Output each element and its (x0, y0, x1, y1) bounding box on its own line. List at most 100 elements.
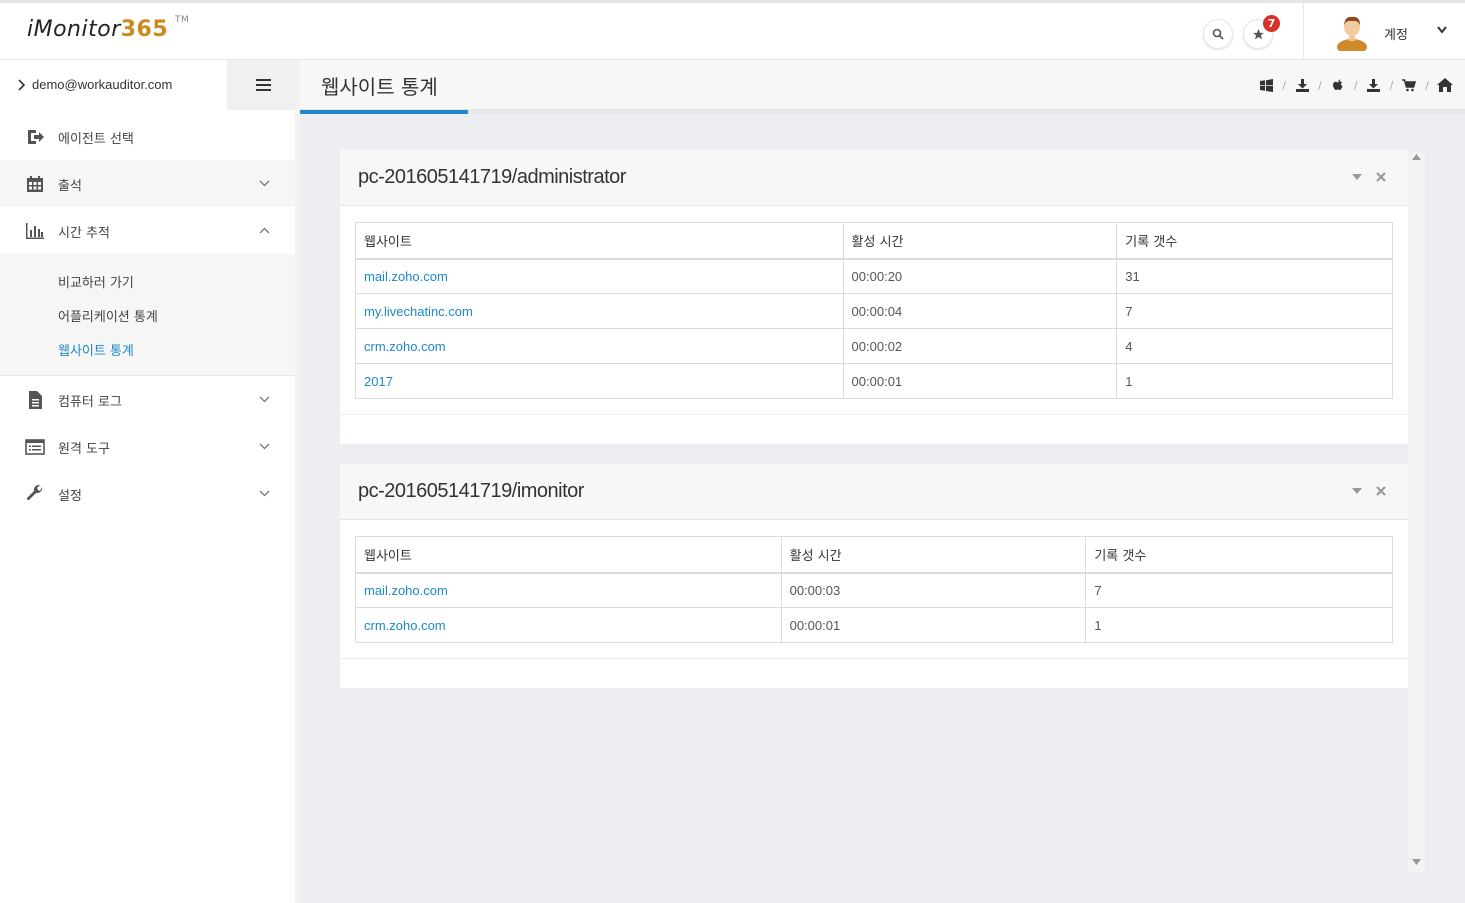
table-row: crm.zoho.com 00:00:01 1 (355, 607, 1393, 643)
apple-icon[interactable] (1330, 77, 1346, 93)
active-time-cell: 00:00:01 (780, 607, 1087, 643)
column-header[interactable]: 웹사이트 (355, 222, 844, 260)
home-icon[interactable] (1437, 77, 1453, 93)
panel-footer (340, 658, 1408, 688)
chevron-down-icon (259, 443, 270, 450)
wrench-icon (26, 484, 43, 501)
panel-tools (1352, 486, 1386, 496)
active-time-cell: 00:00:02 (842, 328, 1118, 364)
sidebar-item-label: 컴퓨터 로그 (58, 395, 122, 410)
sidebar-item-settings[interactable]: 설정 (0, 470, 296, 517)
submenu-item-app-stats[interactable]: 어플리케이션 통계 (58, 306, 158, 325)
app-logo[interactable]: iMonitor365 TM (27, 15, 189, 42)
sidebar-item-label: 시간 추적 (58, 226, 110, 241)
bar-chart-icon (26, 223, 44, 239)
search-icon (1212, 28, 1224, 40)
avatar[interactable] (1335, 13, 1369, 51)
top-header: iMonitor365 TM 7 계정 (0, 3, 1465, 60)
table-header-row: 웹사이트 활성 시간 기록 갯수 (355, 222, 1393, 260)
download-icon[interactable] (1294, 77, 1310, 93)
breadcrumb: / / / / / (1258, 77, 1453, 93)
sidebar-item-remote-tools[interactable]: 원격 도구 (0, 423, 296, 470)
chevron-down-icon[interactable] (1436, 25, 1448, 35)
sign-in-icon (28, 130, 44, 144)
logo-number: 365 (120, 17, 169, 42)
panel-administrator: pc-201605141719/administrator 웹사이트 활성 시간… (340, 150, 1408, 444)
header-separator (1303, 3, 1304, 60)
scroll-down-icon[interactable] (1412, 859, 1421, 865)
chevron-down-icon (259, 180, 270, 187)
download-icon[interactable] (1366, 77, 1382, 93)
calendar-icon (27, 176, 43, 192)
time-tracking-submenu: 비교하러 가기 어플리케이션 통계 웹사이트 통계 (0, 254, 296, 376)
favorites-button[interactable]: 7 (1243, 15, 1280, 49)
column-header[interactable]: 웹사이트 (355, 536, 782, 574)
sidebar-item-attendance[interactable]: 출석 (0, 160, 296, 207)
website-link[interactable]: mail.zoho.com (355, 572, 782, 608)
website-link[interactable]: my.livechatinc.com (355, 293, 844, 329)
table-row: crm.zoho.com 00:00:02 4 (355, 328, 1393, 364)
search-button[interactable] (1203, 19, 1233, 49)
website-link[interactable]: 2017 (355, 363, 844, 399)
logo-text: iMonitor (27, 17, 121, 42)
column-header[interactable]: 활성 시간 (780, 536, 1087, 574)
record-count-cell: 31 (1116, 258, 1393, 294)
record-count-cell: 4 (1116, 328, 1393, 364)
table-row: mail.zoho.com 00:00:20 31 (355, 258, 1393, 294)
sidebar-item-label: 에이전트 선택 (58, 132, 134, 147)
list-icon (25, 439, 45, 455)
collapse-icon[interactable] (1352, 488, 1362, 494)
file-icon (29, 391, 42, 409)
close-icon[interactable] (1376, 486, 1386, 496)
column-header[interactable]: 활성 시간 (842, 222, 1118, 260)
sidebar-item-label: 출석 (58, 179, 82, 194)
website-link[interactable]: mail.zoho.com (355, 258, 844, 294)
active-time-cell: 00:00:03 (780, 572, 1087, 608)
sidebar-item-time-tracking[interactable]: 시간 추적 (0, 207, 296, 254)
website-link[interactable]: crm.zoho.com (355, 328, 844, 364)
website-stats-table: 웹사이트 활성 시간 기록 갯수 mail.zoho.com 00:00:20 … (355, 222, 1393, 399)
sidebar-item-label: 원격 도구 (58, 442, 110, 457)
submenu-item-compare[interactable]: 비교하러 가기 (58, 272, 134, 291)
logo-trademark: TM (175, 15, 190, 25)
submenu-item-website-stats[interactable]: 웹사이트 통계 (58, 340, 134, 359)
chevron-down-icon (259, 396, 270, 403)
sidebar-toggle-button[interactable] (227, 60, 300, 110)
panel-imonitor: pc-201605141719/imonitor 웹사이트 활성 시간 기록 갯… (340, 464, 1408, 688)
sidebar-item-label: 설정 (58, 489, 82, 504)
page-header: 웹사이트 통계 / / / / / (300, 60, 1465, 110)
sidebar-user[interactable]: demo@workauditor.com (0, 60, 227, 110)
sidebar-item-agent-select[interactable]: 에이전트 선택 (0, 113, 296, 160)
panel-title: pc-201605141719/administrator (358, 166, 626, 188)
panel-header: pc-201605141719/administrator (340, 150, 1408, 206)
record-count-cell: 1 (1116, 363, 1393, 399)
active-time-cell: 00:00:20 (842, 258, 1118, 294)
record-count-cell: 7 (1116, 293, 1393, 329)
website-link[interactable]: crm.zoho.com (355, 607, 782, 643)
notification-badge: 7 (1263, 15, 1280, 32)
sidebar-item-computer-log[interactable]: 컴퓨터 로그 (0, 376, 296, 423)
panel-title: pc-201605141719/imonitor (358, 480, 584, 502)
table-row: mail.zoho.com 00:00:03 7 (355, 572, 1393, 608)
record-count-cell: 1 (1085, 607, 1393, 643)
page-title: 웹사이트 통계 (321, 75, 438, 99)
sidebar-menu: 에이전트 선택 출석 시간 추적 비교하러 가기 어플리케이션 통계 웹사이트 … (0, 113, 296, 517)
cart-icon[interactable] (1401, 77, 1417, 93)
chevron-down-icon (259, 490, 270, 497)
sidebar: demo@workauditor.com 에이전트 선택 출석 시간 추적 비교… (0, 60, 300, 903)
active-time-cell: 00:00:04 (842, 293, 1118, 329)
active-time-cell: 00:00:01 (842, 363, 1118, 399)
collapse-icon[interactable] (1352, 174, 1362, 180)
chevron-up-icon (259, 227, 270, 234)
menu-icon (256, 79, 271, 91)
windows-icon[interactable] (1258, 77, 1274, 93)
scrollbar[interactable] (1408, 152, 1425, 872)
account-label[interactable]: 계정 (1384, 24, 1408, 43)
table-row: my.livechatinc.com 00:00:04 7 (355, 293, 1393, 329)
close-icon[interactable] (1376, 172, 1386, 182)
column-header[interactable]: 기록 갯수 (1085, 536, 1393, 574)
panel-tools (1352, 172, 1386, 182)
record-count-cell: 7 (1085, 572, 1393, 608)
column-header[interactable]: 기록 갯수 (1116, 222, 1393, 260)
scroll-up-icon[interactable] (1412, 154, 1421, 160)
